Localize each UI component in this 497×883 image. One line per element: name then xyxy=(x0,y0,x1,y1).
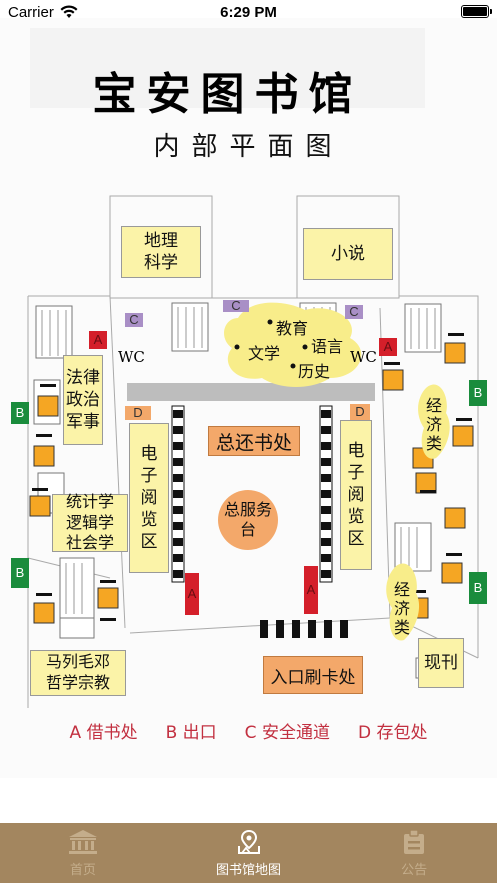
marker-b-exit: B xyxy=(11,402,29,424)
map-pin-icon xyxy=(237,829,260,854)
map-legend: A 借书处 B 出口 C 安全通道 D 存包处 xyxy=(0,718,497,743)
marker-b-exit: B xyxy=(469,380,487,406)
entrance-card-desk: 入口刷卡处 xyxy=(263,656,363,694)
library-floor-plan: 宝安图书馆 内部平面图 地理 科学 小说 法律 政治 军事 统计学 逻辑学 社会… xyxy=(0,18,497,778)
tab-notice-label: 公告 xyxy=(401,862,428,878)
marker-c-safety-passage: C xyxy=(345,305,363,319)
marker-a-borrow: A xyxy=(89,331,107,349)
room-periodicals: 现刊 xyxy=(418,638,464,688)
legend-item-d: D 存包处 xyxy=(357,723,428,743)
battery-icon xyxy=(461,5,492,18)
room-novel-label: 小说 xyxy=(331,243,365,264)
entrance-label: 入口刷卡处 xyxy=(270,667,356,688)
tab-notice[interactable]: 公告 xyxy=(331,823,497,883)
room-law-politics-military: 法律 政治 军事 xyxy=(63,355,103,445)
marker-a-borrow: A xyxy=(379,338,397,356)
room-periodicals-label: 现刊 xyxy=(424,652,458,673)
room-e-reading-right-label: 电子 阅览区 xyxy=(347,440,365,550)
area-literature-label: 文学 xyxy=(248,344,281,363)
return-desk: 总还书处 xyxy=(208,426,300,456)
tab-bar: 首页 图书馆地图 公告 xyxy=(0,823,497,883)
room-geography-label: 地理 科学 xyxy=(144,230,178,273)
area-education-label: 教育 xyxy=(276,319,309,338)
service-desk-label: 总服务 台 xyxy=(223,500,272,539)
tab-library-map-label: 图书馆地图 xyxy=(216,862,282,878)
room-e-reading-left-label: 电子 阅览区 xyxy=(140,443,158,553)
room-economics-bottom-label: 经 济 类 xyxy=(394,580,411,637)
tab-home[interactable]: 首页 xyxy=(0,823,166,883)
marker-a-borrow: A xyxy=(185,573,199,615)
room-e-reading-right: 电子 阅览区 xyxy=(340,420,372,570)
room-statistics-label: 统计学 逻辑学 社会学 xyxy=(65,491,114,553)
room-e-reading-left: 电子 阅览区 xyxy=(129,423,169,573)
room-marxism-philosophy-religion: 马列毛邓 哲学宗教 xyxy=(30,650,126,696)
wc-left: WC xyxy=(118,348,145,366)
tab-home-label: 首页 xyxy=(69,862,96,878)
marker-a-borrow: A xyxy=(304,566,318,614)
marker-d-bag-storage: D xyxy=(125,406,151,420)
service-desk: 总服务 台 xyxy=(218,490,278,550)
area-history-label: 历史 xyxy=(298,362,331,381)
marker-c-safety-passage: C xyxy=(223,299,249,312)
room-novel: 小说 xyxy=(303,228,393,280)
clipboard-icon xyxy=(404,828,425,854)
room-statistics-logic-sociology: 统计学 逻辑学 社会学 xyxy=(52,491,128,553)
legend-item-a: A 借书处 xyxy=(69,723,138,743)
return-desk-label: 总还书处 xyxy=(215,431,292,454)
marker-b-exit: B xyxy=(469,572,487,604)
bank-icon xyxy=(68,829,97,854)
legend-item-b: B 出口 xyxy=(165,723,217,743)
room-economics-top-label: 经 济 类 xyxy=(426,396,443,453)
area-language-label: 语言 xyxy=(311,337,344,356)
marker-d-bag-storage: D xyxy=(350,404,370,420)
room-geography-science: 地理 科学 xyxy=(121,226,201,278)
wc-right: WC xyxy=(350,348,377,366)
legend-item-c: C 安全通道 xyxy=(244,723,330,743)
marker-b-exit: B xyxy=(11,558,29,588)
tab-library-map[interactable]: 图书馆地图 xyxy=(166,823,332,883)
marker-c-safety-passage: C xyxy=(125,313,143,327)
room-marxism-label: 马列毛邓 哲学宗教 xyxy=(45,652,110,692)
room-law-label: 法律 政治 军事 xyxy=(66,367,100,433)
